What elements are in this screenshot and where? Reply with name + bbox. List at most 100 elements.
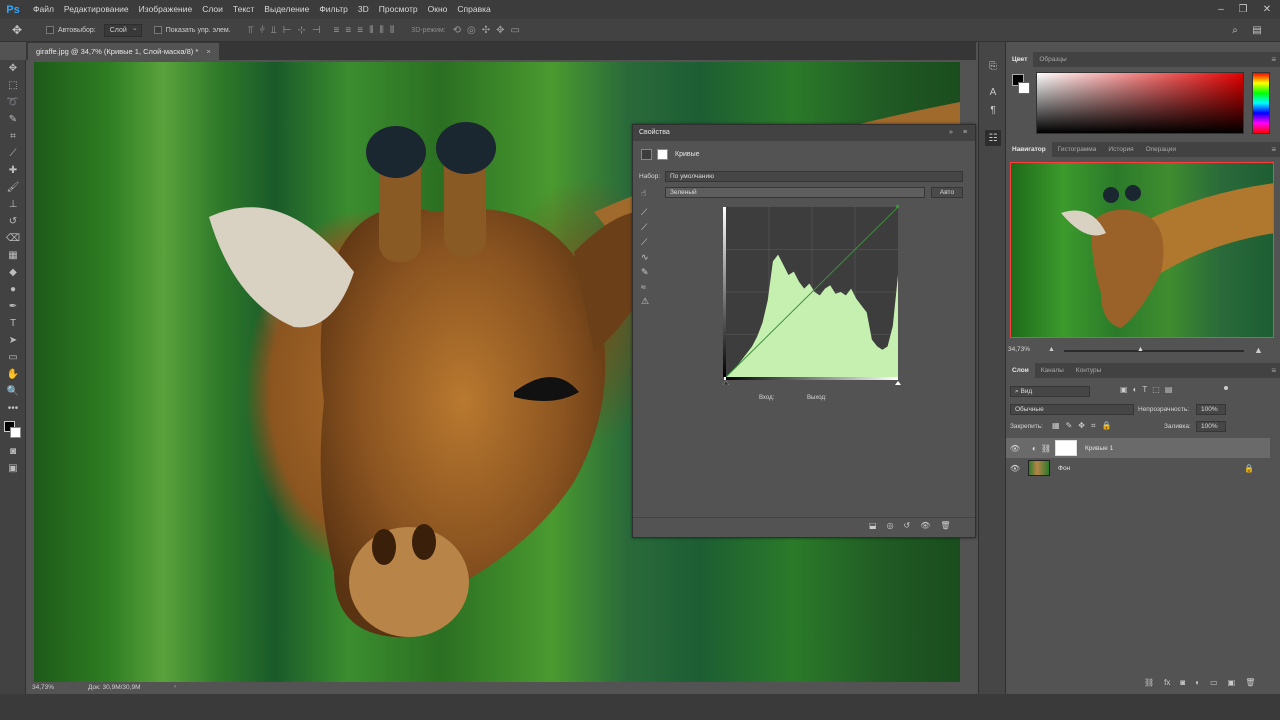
tab-swatches[interactable]: Образцы (1033, 52, 1072, 67)
restore-icon[interactable]: ❐ (1232, 0, 1254, 19)
properties-panel-icon[interactable]: ☷ (985, 130, 1001, 146)
history-brush-icon[interactable]: ↺ (0, 213, 26, 230)
menu-item[interactable]: 3D (353, 0, 374, 19)
view-previous-state-icon[interactable]: ◎ (887, 521, 894, 530)
layer-mask-thumbnail[interactable] (1055, 440, 1077, 456)
filter-pixel-icon[interactable]: ▣ (1120, 385, 1128, 394)
menu-item[interactable]: Справка (452, 0, 495, 19)
navigator-zoom-thumb[interactable]: ▲ (1137, 346, 1144, 353)
preset-dropdown[interactable]: По умолчанию (665, 171, 963, 182)
zoom-out-icon[interactable]: ▲ (1048, 346, 1055, 353)
menu-item[interactable]: Фильтр (314, 0, 353, 19)
brush-tool-icon[interactable]: 🖌 (0, 179, 26, 196)
crop-tool-icon[interactable]: ⌗ (0, 128, 26, 145)
hand-tool-icon[interactable]: ✋ (0, 366, 26, 383)
document-close-icon[interactable]: × (206, 47, 210, 56)
color-spectrum[interactable] (1036, 72, 1244, 134)
menu-item[interactable]: Слои (197, 0, 228, 19)
tab-history[interactable]: История (1102, 142, 1139, 157)
menu-item[interactable]: Файл (28, 0, 59, 19)
drag-3d-icon[interactable]: ✣ (482, 25, 490, 36)
eraser-tool-icon[interactable]: ⌫ (0, 230, 26, 247)
white-input-slider[interactable] (895, 381, 901, 385)
fill-input[interactable]: 100% (1196, 421, 1226, 432)
align-left-icon[interactable]: ⊢ (283, 25, 292, 36)
stamp-tool-icon[interactable]: ⊥ (0, 196, 26, 213)
layer-name[interactable]: Кривые 1 (1085, 445, 1113, 452)
reset-adjustment-icon[interactable]: ↺ (904, 521, 911, 530)
distribute-hcenter-icon[interactable]: ⦀ (379, 25, 383, 36)
tab-layers[interactable]: Слои (1006, 363, 1035, 378)
lock-all-icon[interactable]: 🔒 (1101, 421, 1111, 431)
white-point-eyedropper-icon[interactable]: ⟋ (641, 237, 649, 248)
delete-layer-icon[interactable]: 🗑 (1245, 678, 1255, 687)
delete-adjustment-icon[interactable]: 🗑 (940, 521, 950, 530)
filter-toggle-icon[interactable] (1224, 386, 1228, 390)
marquee-tool-icon[interactable]: ⬚ (0, 77, 26, 94)
distribute-left-icon[interactable]: ⦀ (369, 25, 373, 36)
new-layer-icon[interactable]: ▣ (1228, 678, 1236, 687)
slide-3d-icon[interactable]: ✥ (496, 25, 504, 36)
path-select-tool-icon[interactable]: ➤ (0, 332, 26, 349)
mask-icon[interactable] (657, 149, 668, 160)
new-adjustment-icon[interactable]: ◐ (1195, 678, 1200, 687)
menu-item[interactable]: Окно (423, 0, 453, 19)
curve-point-white[interactable] (896, 205, 899, 208)
menu-item[interactable]: Текст (228, 0, 259, 19)
pen-tool-icon[interactable]: ✒ (0, 298, 26, 315)
gray-point-eyedropper-icon[interactable]: ⟋ (641, 222, 649, 233)
distribute-right-icon[interactable]: ⦀ (390, 25, 394, 36)
curves-adjustment-icon[interactable] (641, 149, 652, 160)
color-bg-swatch[interactable] (1018, 82, 1030, 94)
gradient-tool-icon[interactable]: ▦ (0, 247, 26, 264)
filter-type-icon[interactable]: T (1142, 385, 1147, 394)
tab-color[interactable]: Цвет (1006, 52, 1034, 67)
document-tab[interactable]: giraffe.jpg @ 34,7% (Кривые 1, Слой-маск… (28, 43, 219, 60)
autoselect-dropdown[interactable]: Слой (103, 23, 142, 37)
align-hcenter-icon[interactable]: ⊹ (297, 25, 305, 36)
target-adjust-hand-icon[interactable]: ☝ (641, 188, 646, 199)
distribute-bottom-icon[interactable]: ≡ (357, 25, 363, 36)
more-tools-icon[interactable]: ••• (0, 400, 26, 417)
menu-item[interactable]: Редактирование (59, 0, 134, 19)
align-top-icon[interactable]: ⫪ (248, 25, 254, 36)
menu-item[interactable]: Изображение (134, 0, 198, 19)
paragraph-panel-icon[interactable]: ¶ (985, 102, 1001, 118)
toggle-visibility-eye-icon[interactable]: 👁 (920, 521, 930, 530)
orbit-3d-icon[interactable]: ⟲ (453, 25, 461, 36)
healing-tool-icon[interactable]: ✚ (0, 162, 26, 179)
tab-navigator[interactable]: Навигатор (1006, 142, 1052, 157)
status-menu-arrow-icon[interactable]: › (174, 683, 176, 690)
properties-menu-icon[interactable]: ≡ (963, 125, 967, 141)
navigator-zoom-value[interactable]: 34,73% (1008, 346, 1030, 353)
lasso-tool-icon[interactable]: ➰ (0, 94, 26, 111)
opacity-input[interactable]: 100% (1196, 404, 1226, 415)
tab-channels[interactable]: Каналы (1035, 363, 1070, 378)
smooth-curve-icon[interactable]: ≈ (641, 282, 649, 292)
curve-points-tool-icon[interactable]: ∿ (641, 252, 649, 263)
black-input-slider[interactable] (722, 380, 730, 385)
menu-item[interactable]: Выделение (259, 0, 314, 19)
dodge-tool-icon[interactable]: ● (0, 281, 26, 298)
quick-mask-icon[interactable]: ◙ (0, 443, 26, 460)
layer-row-curves[interactable]: 👁 ◐ ⛓ Кривые 1 (1006, 438, 1270, 458)
lock-position-icon[interactable]: ✥ (1078, 421, 1085, 431)
navigator-preview[interactable] (1010, 162, 1274, 338)
layer-style-icon[interactable]: fx (1164, 678, 1170, 687)
history-panel-icon[interactable]: ⎘ (985, 58, 1001, 74)
align-bottom-icon[interactable]: ⫫ (271, 25, 277, 36)
black-point-eyedropper-icon[interactable]: ⟋ (641, 207, 649, 218)
collapse-panel-icon[interactable]: » (949, 125, 953, 141)
search-icon[interactable]: ⌕ (1228, 25, 1242, 36)
filter-smart-icon[interactable]: ▤ (1165, 385, 1173, 394)
tab-actions[interactable]: Операции (1140, 142, 1182, 157)
channel-dropdown[interactable]: Зеленый (665, 187, 925, 198)
pencil-draw-tool-icon[interactable]: ✎ (641, 267, 649, 278)
background-color-swatch[interactable] (10, 427, 21, 438)
minimize-icon[interactable]: – (1210, 0, 1232, 19)
navigator-zoom-slider[interactable] (1064, 350, 1244, 352)
filter-adjustment-icon[interactable]: ◐ (1133, 385, 1138, 394)
blend-mode-dropdown[interactable]: Обычные (1010, 404, 1134, 415)
type-tool-icon[interactable]: T (0, 315, 26, 332)
move-tool-icon[interactable]: ✥ (0, 60, 26, 77)
